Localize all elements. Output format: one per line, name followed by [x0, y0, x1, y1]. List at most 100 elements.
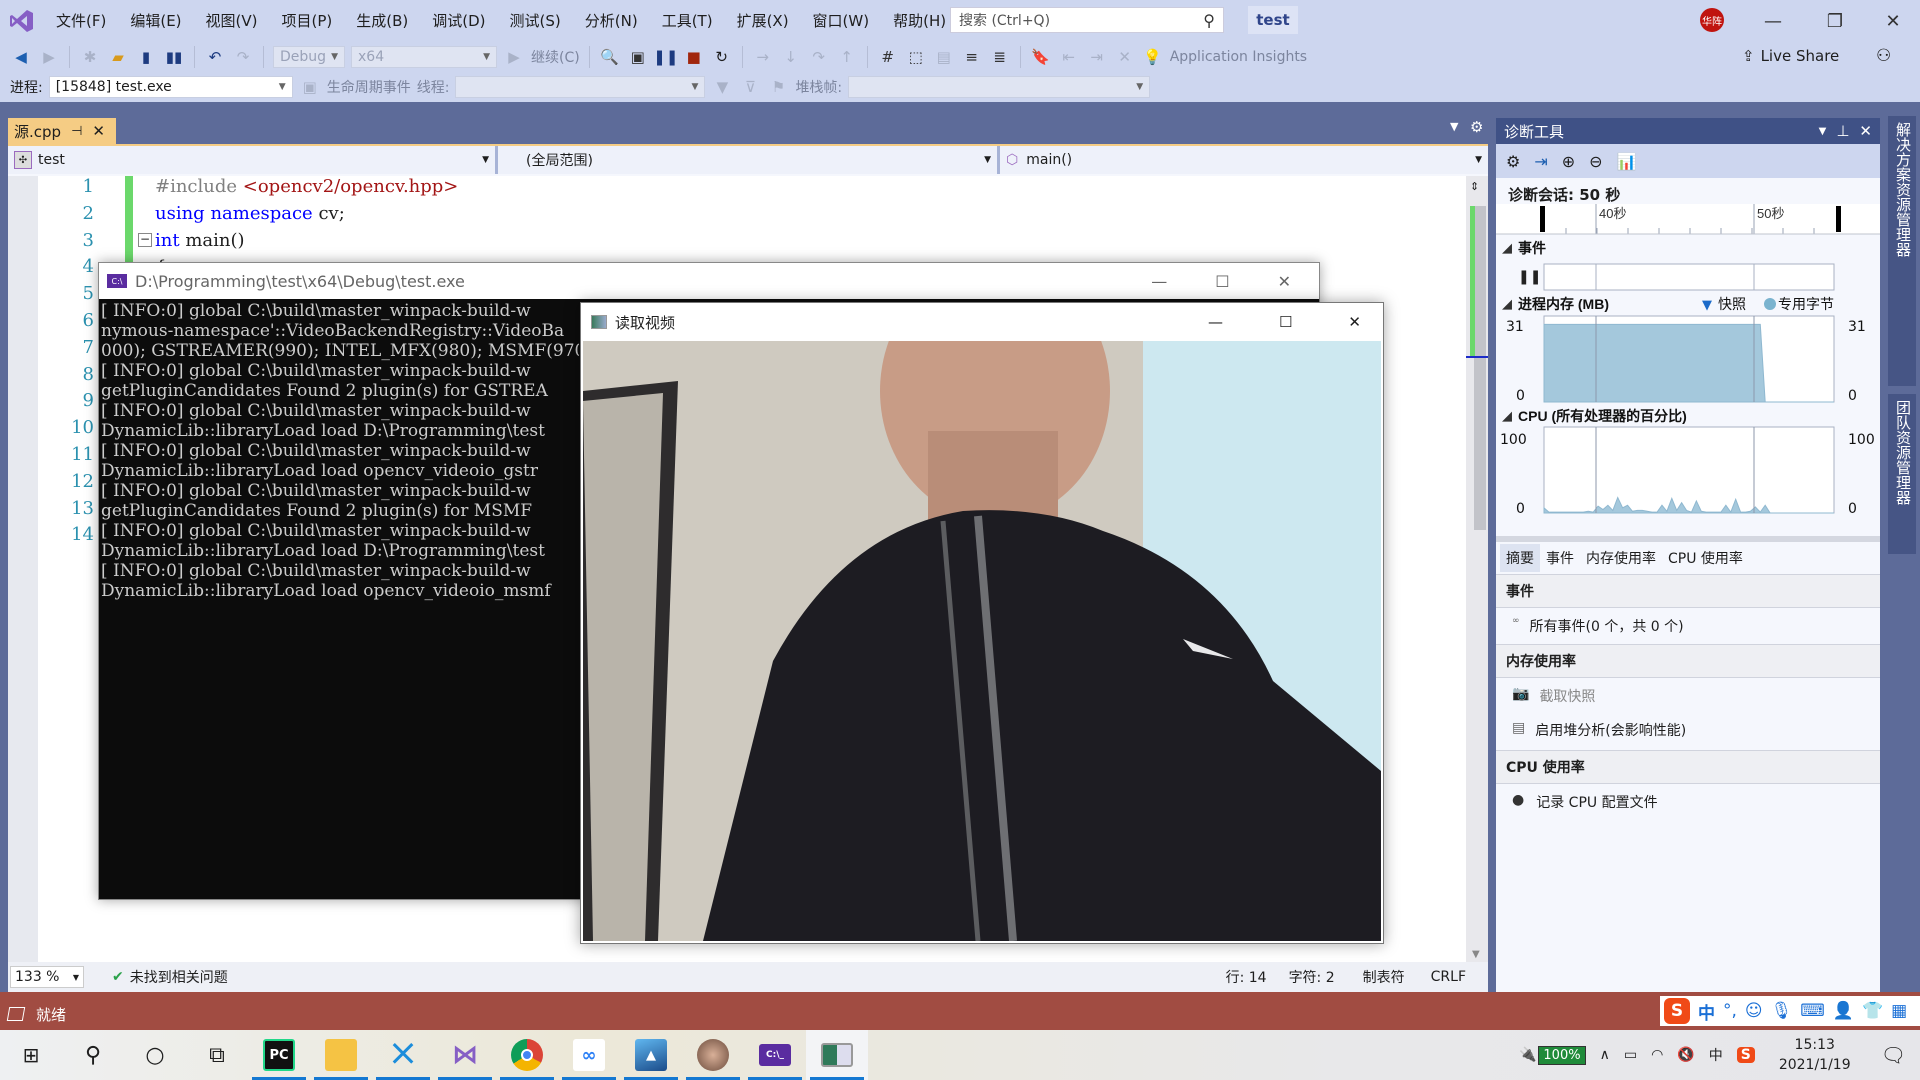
- all-events-link[interactable]: ∞ 所有事件(0 个，共 0 个): [1496, 608, 1880, 644]
- video-window[interactable]: 读取视频 — ☐ ✕: [580, 302, 1384, 944]
- taskbar-pycharm[interactable]: PC: [248, 1030, 310, 1080]
- layout-icon[interactable]: ▤: [933, 46, 955, 68]
- tab-memory[interactable]: 内存使用率: [1580, 544, 1662, 572]
- splitter[interactable]: [1496, 536, 1880, 542]
- process-dropdown[interactable]: [15848] test.exe ▼: [48, 76, 293, 98]
- live-share-button[interactable]: ⇪ Live Share: [1742, 47, 1839, 65]
- taskbar-explorer[interactable]: [310, 1030, 372, 1080]
- stack-frame-dropdown[interactable]: ▼: [848, 76, 1151, 98]
- solution-explorer-tab[interactable]: 解决方案资源管理器: [1888, 116, 1916, 386]
- collapse-icon[interactable]: −: [138, 233, 152, 247]
- menu-tools[interactable]: 工具(T): [650, 0, 725, 42]
- console-minimize-button[interactable]: —: [1151, 272, 1167, 291]
- emoji-icon[interactable]: ☺: [1745, 1001, 1763, 1021]
- close-tab-icon[interactable]: ✕: [92, 122, 105, 140]
- menu-help[interactable]: 帮助(H): [881, 0, 958, 42]
- comment-icon[interactable]: ≡: [961, 46, 983, 68]
- search-input[interactable]: 搜索 (Ctrl+Q) ⚲: [950, 7, 1224, 33]
- team-explorer-tab[interactable]: 团队资源管理器: [1888, 394, 1916, 554]
- video-close-button[interactable]: ✕: [1348, 313, 1361, 331]
- taskbar-video-window[interactable]: [806, 1030, 868, 1080]
- scope-dropdown[interactable]: (全局范围) ▼: [498, 146, 1000, 174]
- heap-profiling-button[interactable]: ▤ 启用堆分析(会影响性能): [1496, 714, 1880, 750]
- taskbar-baidu-netdisk[interactable]: ∞: [558, 1030, 620, 1080]
- mic-icon[interactable]: 🎙: [1771, 1001, 1793, 1021]
- menu-test[interactable]: 测试(S): [498, 0, 573, 42]
- task-view-button[interactable]: ⧉: [186, 1030, 248, 1080]
- avatar[interactable]: 华阵: [1700, 8, 1724, 32]
- step-out-icon[interactable]: ↑: [836, 46, 858, 68]
- select-element-icon[interactable]: ⬚: [905, 46, 927, 68]
- tray-sogou-icon[interactable]: S: [1736, 1047, 1755, 1063]
- wifi-icon[interactable]: ◠: [1651, 1047, 1663, 1063]
- power-icon[interactable]: ▭: [1624, 1047, 1637, 1063]
- restore-button[interactable]: ❐: [1804, 0, 1866, 42]
- tab-events[interactable]: 事件: [1540, 544, 1580, 572]
- forward-icon[interactable]: ▶: [38, 46, 60, 68]
- feedback-icon[interactable]: ⚇: [1876, 46, 1891, 66]
- video-minimize-button[interactable]: —: [1208, 313, 1223, 331]
- clock[interactable]: 15:13 2021/1/19: [1779, 1035, 1851, 1075]
- pause-icon[interactable]: ❚❚: [653, 46, 678, 68]
- keyboard-icon[interactable]: ⌨: [1800, 1001, 1825, 1021]
- record-cpu-button[interactable]: ● 记录 CPU 配置文件: [1496, 784, 1880, 820]
- cortana-button[interactable]: ○: [124, 1030, 186, 1080]
- eol-indicator[interactable]: CRLF: [1431, 969, 1466, 985]
- menu-debug[interactable]: 调试(D): [420, 0, 497, 42]
- tray-expand-icon[interactable]: ∧: [1600, 1047, 1610, 1063]
- open-file-icon[interactable]: ▰: [107, 46, 129, 68]
- notification-icon[interactable]: 🗨: [1881, 1043, 1906, 1067]
- redo-icon[interactable]: ↷: [232, 46, 254, 68]
- diag-export-icon[interactable]: ⇥: [1534, 152, 1547, 171]
- undo-icon[interactable]: ↶: [204, 46, 226, 68]
- zoom-in-icon[interactable]: ⊕: [1562, 152, 1575, 171]
- split-icon[interactable]: ⇕: [1470, 180, 1479, 193]
- video-titlebar[interactable]: 读取视频 — ☐ ✕: [581, 303, 1383, 341]
- bookmark-icon[interactable]: 🔖: [1030, 46, 1052, 68]
- tabs-indicator[interactable]: 制表符: [1363, 967, 1405, 987]
- console-titlebar[interactable]: C:\ D:\Programming\test\x64\Debug\test.e…: [99, 263, 1319, 299]
- issues-status[interactable]: 未找到相关问题: [130, 967, 228, 987]
- sogou-icon[interactable]: S: [1664, 998, 1690, 1024]
- stop-icon[interactable]: ■: [683, 46, 705, 68]
- diag-pin-icon[interactable]: ⊥: [1836, 122, 1849, 140]
- scroll-thumb[interactable]: [1474, 206, 1486, 530]
- find-icon[interactable]: 🔍: [599, 46, 621, 68]
- scroll-down-icon[interactable]: ▼: [1472, 949, 1480, 960]
- tab-cpu[interactable]: CPU 使用率: [1662, 544, 1749, 572]
- diag-settings-icon[interactable]: ⚙: [1506, 152, 1520, 171]
- zoom-out-icon[interactable]: ⊖: [1589, 152, 1602, 171]
- menu-file[interactable]: 文件(F): [44, 0, 118, 42]
- member-dropdown[interactable]: ⬡ main() ▼: [1000, 146, 1488, 174]
- start-button[interactable]: ⊞: [0, 1030, 62, 1080]
- console-close-button[interactable]: ✕: [1278, 272, 1291, 291]
- tab-overflow-icon[interactable]: ▼: [1450, 120, 1458, 133]
- taskbar-photos[interactable]: ▲: [620, 1030, 682, 1080]
- next-bookmark-icon[interactable]: ⇥: [1086, 46, 1108, 68]
- step-over-icon[interactable]: ↷: [808, 46, 830, 68]
- menu-extensions[interactable]: 扩展(X): [725, 0, 801, 42]
- taskbar-cmd[interactable]: C:\_: [744, 1030, 806, 1080]
- filter-clear-icon[interactable]: ⊽: [739, 76, 761, 98]
- back-icon[interactable]: ◀: [10, 46, 32, 68]
- step-into-icon[interactable]: ↓: [780, 46, 802, 68]
- toolbox-icon[interactable]: ▦: [1891, 1001, 1907, 1021]
- search-taskbar-button[interactable]: ⚲: [62, 1030, 124, 1080]
- diag-close-icon[interactable]: ✕: [1859, 122, 1872, 140]
- user-icon[interactable]: 👤: [1833, 1001, 1854, 1021]
- filter-icon[interactable]: ▼: [711, 76, 733, 98]
- settings-icon[interactable]: ⚙: [1470, 118, 1483, 136]
- screenshot-icon[interactable]: ▣: [627, 46, 649, 68]
- video-maximize-button[interactable]: ☐: [1279, 313, 1292, 331]
- skin-icon[interactable]: 👕: [1862, 1001, 1883, 1021]
- platform-dropdown[interactable]: x64 ▼: [351, 46, 497, 68]
- menu-project[interactable]: 项目(P): [270, 0, 345, 42]
- taskbar-chrome[interactable]: [496, 1030, 558, 1080]
- uncomment-icon[interactable]: ≣: [989, 46, 1011, 68]
- diag-dropdown-icon[interactable]: ▼: [1819, 126, 1827, 137]
- continue-button[interactable]: 继续(C): [531, 47, 580, 67]
- menu-build[interactable]: 生成(B): [344, 0, 420, 42]
- console-maximize-button[interactable]: ☐: [1215, 272, 1229, 291]
- restart-icon[interactable]: ↻: [711, 46, 733, 68]
- flag-threads-icon[interactable]: ⚑: [767, 76, 789, 98]
